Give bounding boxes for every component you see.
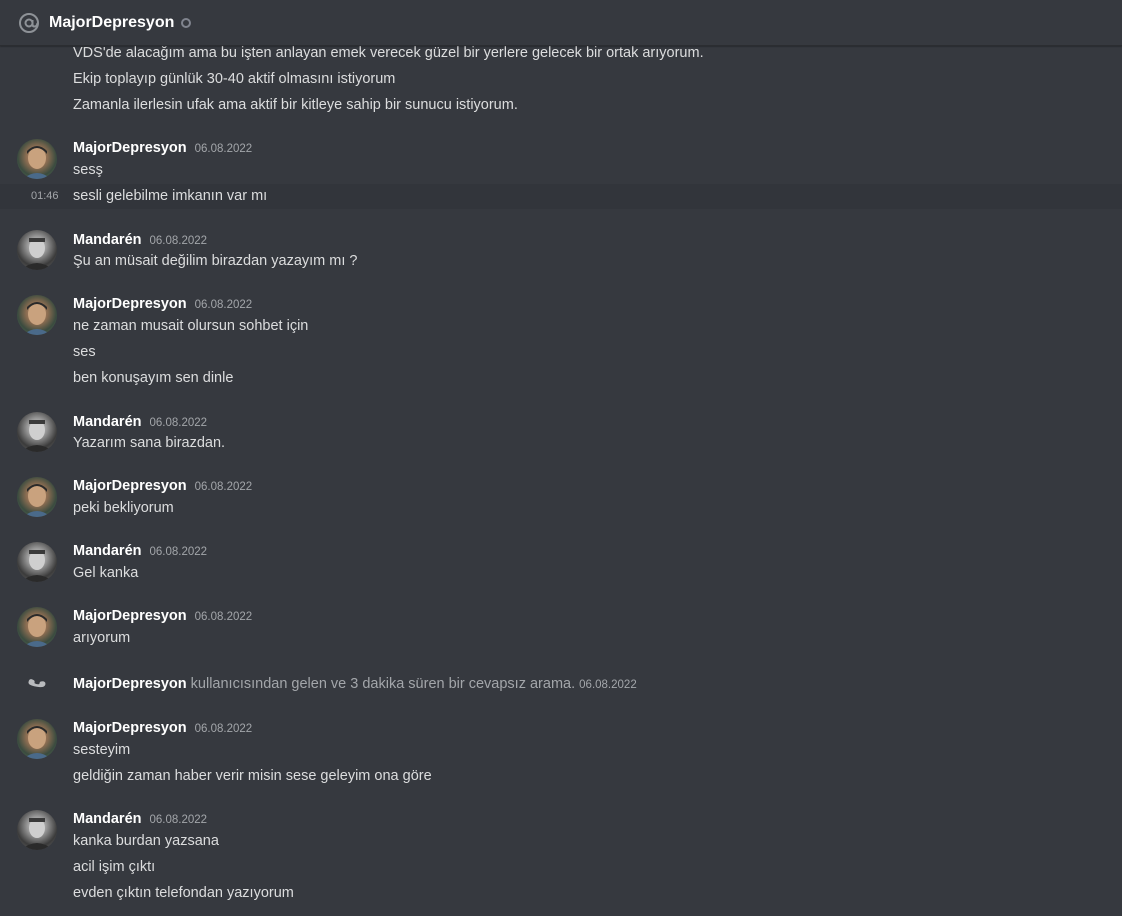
message-header: MajorDepresyon 06.08.2022 xyxy=(73,476,252,496)
message-text: acil işim çıktı xyxy=(73,859,156,875)
avatar[interactable] xyxy=(17,412,57,452)
avatar[interactable] xyxy=(17,230,57,270)
author-name[interactable]: MajorDepresyon xyxy=(73,606,187,626)
message-header: Mandarén 06.08.2022 xyxy=(73,541,207,561)
call-system-message: MajorDepresyon kullanıcısından gelen ve … xyxy=(73,674,637,695)
message-header: MajorDepresyon 06.08.2022 xyxy=(73,294,252,314)
author-name[interactable]: Mandarén xyxy=(73,412,142,432)
phone-icon xyxy=(28,674,46,692)
message-text: evden çıktın telefondan yazıyorum xyxy=(73,885,294,901)
message-header: MajorDepresyon 06.08.2022 xyxy=(73,606,252,626)
message-text: ne zaman musait olursun sohbet için xyxy=(73,318,309,334)
message-timestamp: 06.08.2022 xyxy=(194,481,253,493)
message-text: peki bekliyorum xyxy=(73,500,174,516)
author-name[interactable]: MajorDepresyon xyxy=(73,718,187,738)
message-timestamp: 06.08.2022 xyxy=(149,235,208,247)
message-text: VDS'de alacağım ama bu işten anlayan eme… xyxy=(73,46,704,61)
message-text: geldiğin zaman haber verir misin sese ge… xyxy=(73,768,432,784)
author-name[interactable]: Mandarén xyxy=(73,541,142,561)
message-header: Mandarén 06.08.2022 xyxy=(73,230,207,250)
message-text: arıyorum xyxy=(73,630,131,646)
call-timestamp: 06.08.2022 xyxy=(579,679,637,691)
message-text: Gel kanka xyxy=(73,565,139,581)
channel-header: MajorDepresyon xyxy=(0,0,1122,46)
message-timestamp: 06.08.2022 xyxy=(149,814,208,826)
message-timestamp: 06.08.2022 xyxy=(194,299,253,311)
message-timestamp: 06.08.2022 xyxy=(194,143,253,155)
avatar[interactable] xyxy=(17,477,57,517)
author-name[interactable]: Mandarén xyxy=(73,230,142,250)
message-text: Şu an müsait değilim birazdan yazayım mı… xyxy=(73,253,358,269)
message-text: sesteyim xyxy=(73,742,131,758)
message-header: Mandarén 06.08.2022 xyxy=(73,412,207,432)
message-text: Yazarım sana birazdan. xyxy=(73,435,226,451)
message-timestamp: 06.08.2022 xyxy=(149,546,208,558)
message-header: Mandarén 06.08.2022 xyxy=(73,809,207,829)
author-name[interactable]: MajorDepresyon xyxy=(73,138,187,158)
hover-timestamp: 01:46 xyxy=(31,190,59,202)
avatar[interactable] xyxy=(17,139,57,179)
message-text: sesş xyxy=(73,162,103,178)
call-description: kullanıcısından gelen ve 3 dakika süren … xyxy=(190,676,576,692)
message-text: sesli gelebilme imkanın var mı xyxy=(73,188,268,204)
avatar[interactable] xyxy=(17,810,57,850)
author-name[interactable]: MajorDepresyon xyxy=(73,476,187,496)
avatar[interactable] xyxy=(17,542,57,582)
message-text: ben konuşayım sen dinle xyxy=(73,370,234,386)
message-text: kanka burdan yazsana xyxy=(73,833,219,849)
message-text: ses xyxy=(73,344,96,360)
message-timestamp: 06.08.2022 xyxy=(149,417,208,429)
dm-username[interactable]: MajorDepresyon xyxy=(49,14,174,32)
message-timestamp: 06.08.2022 xyxy=(194,611,253,623)
avatar[interactable] xyxy=(17,295,57,335)
offline-status-icon xyxy=(181,18,192,28)
message-header: MajorDepresyon 06.08.2022 xyxy=(73,138,252,158)
at-icon xyxy=(18,12,40,34)
author-name[interactable]: MajorDepresyon xyxy=(73,294,187,314)
message-text: Ekip toplayıp günlük 30-40 aktif olmasın… xyxy=(73,71,396,87)
message-header: MajorDepresyon 06.08.2022 xyxy=(73,718,252,738)
call-author-name[interactable]: MajorDepresyon xyxy=(73,676,187,692)
author-name[interactable]: Mandarén xyxy=(73,809,142,829)
message-timestamp: 06.08.2022 xyxy=(194,723,253,735)
message-text: Zamanla ilerlesin ufak ama aktif bir kit… xyxy=(73,97,518,113)
avatar[interactable] xyxy=(17,719,57,759)
avatar[interactable] xyxy=(17,607,57,647)
message-list[interactable]: VDS'de alacağım ama bu işten anlayan eme… xyxy=(0,46,1122,916)
